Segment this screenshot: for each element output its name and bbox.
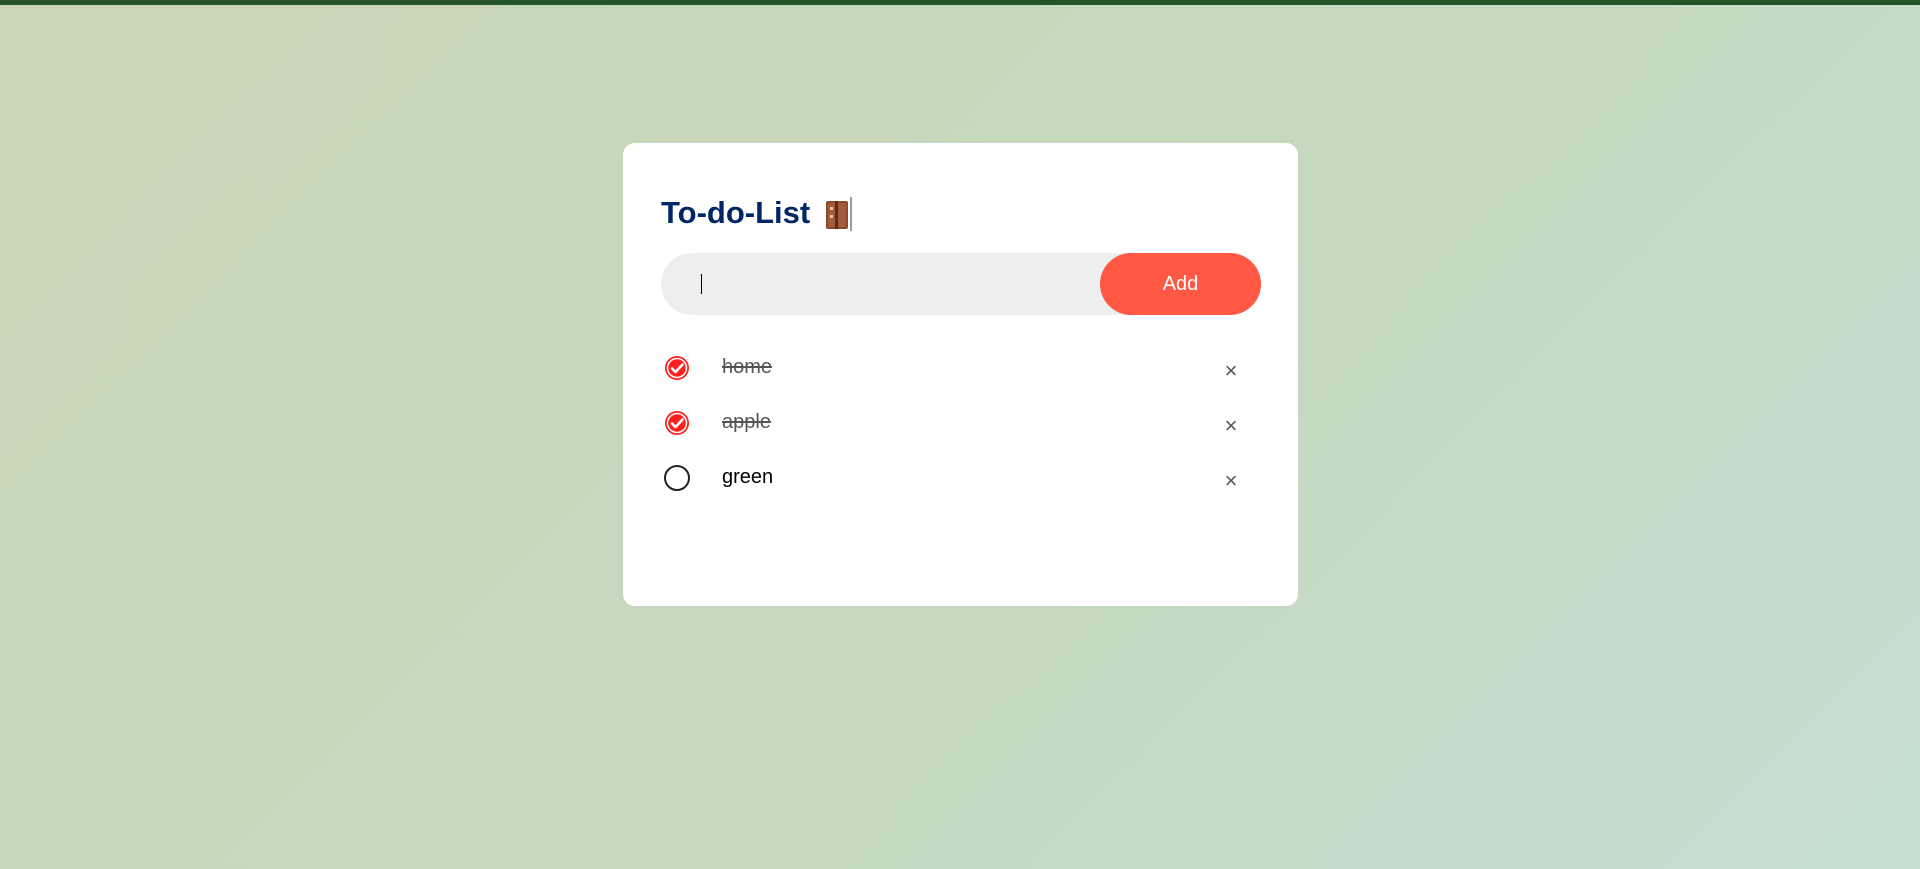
task-list: home × apple × green ×: [661, 349, 1260, 514]
page-title: To-do-List: [661, 195, 811, 230]
list-item[interactable]: home ×: [661, 349, 1260, 404]
task-input-row: Add: [661, 253, 1261, 315]
list-item[interactable]: apple ×: [661, 404, 1260, 459]
checked-circle-icon[interactable]: [664, 410, 690, 436]
delete-icon[interactable]: ×: [1214, 464, 1248, 498]
text-caret: [701, 274, 702, 294]
notebook-icon: [824, 195, 854, 231]
delete-icon[interactable]: ×: [1214, 354, 1248, 388]
delete-icon[interactable]: ×: [1214, 409, 1248, 443]
checked-circle-icon[interactable]: [664, 355, 690, 381]
top-accent-bar: [0, 0, 1920, 5]
todo-card: To-do-List Add home × apple × green ×: [623, 143, 1298, 606]
task-input[interactable]: [661, 253, 1101, 315]
task-label: green: [722, 466, 774, 488]
unchecked-circle-icon[interactable]: [664, 465, 690, 491]
add-button[interactable]: Add: [1100, 253, 1261, 315]
task-label: home: [722, 356, 773, 378]
task-label: apple: [722, 411, 771, 433]
list-item[interactable]: green ×: [661, 459, 1260, 514]
header: To-do-List: [661, 193, 1260, 233]
